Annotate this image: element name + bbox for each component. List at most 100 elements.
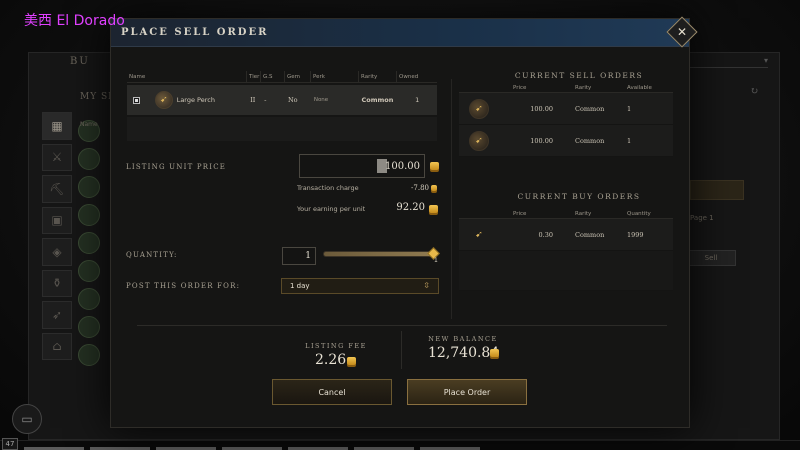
duration-selected: 1 day (290, 282, 310, 290)
item-gs: - (264, 96, 267, 104)
new-balance-label: NEW BALANCE (428, 335, 498, 343)
item-perk: None (313, 97, 329, 103)
listing-price-value: 100.00 (385, 160, 420, 172)
sell-order-row[interactable]: ➹ 100.00 Common 1 (459, 125, 673, 157)
bg-item-icon (78, 148, 100, 170)
current-sell-orders-table: Price Rarity Available ➹ 100.00 Common 1… (459, 83, 673, 157)
dialog-title-bar: PLACE SELL ORDER (111, 19, 689, 47)
buy-orders-empty-area (459, 251, 673, 291)
sell-order-row[interactable]: ➹ 100.00 Common 1 (459, 93, 673, 125)
bg-item-icon (78, 232, 100, 254)
column-header-rarity: Rarity (359, 71, 397, 82)
place-sell-order-dialog: PLACE SELL ORDER Name Tier G.S Gem Perk … (110, 18, 690, 428)
bg-item-column (78, 120, 104, 366)
buy-order-rarity: Common (575, 230, 605, 239)
bg-item-icon (78, 176, 100, 198)
watermark: 美西 El Dorado (24, 13, 125, 29)
item-owned: 1 (415, 96, 420, 104)
listing-price-input[interactable]: 100.00 (299, 154, 425, 178)
category-resources-icon: ◈ (42, 238, 72, 266)
category-sidebar: ▦ ⚔ ⛏ ▣ ◈ ⚱ ➶ ⌂ (42, 112, 72, 360)
category-ammo-icon: ➶ (42, 301, 72, 329)
buy-order-icon-cell: ➹ (459, 225, 511, 245)
chevron-down-icon: ⇳ (423, 281, 430, 290)
item-checkbox[interactable] (133, 96, 140, 104)
place-order-button[interactable]: Place Order (407, 379, 527, 405)
fish-icon: ➹ (154, 91, 173, 109)
transaction-charge-label: Transaction charge (297, 184, 359, 192)
bg-sell-button: Sell (686, 250, 736, 266)
item-icon-cell: ➹ (145, 85, 175, 115)
item-table-header: Name Tier G.S Gem Perk Rarity Owned (127, 71, 437, 83)
close-icon: ✕ (676, 25, 688, 39)
sell-order-available: 1 (627, 104, 632, 113)
quantity-label: QUANTITY: (126, 251, 178, 259)
summary-vertical-divider (401, 331, 402, 369)
dialog-title: PLACE SELL ORDER (121, 27, 269, 38)
quantity-slider[interactable] (323, 251, 433, 257)
current-sell-orders-title: CURRENT SELL ORDERS (514, 71, 644, 80)
quantity-input[interactable]: 1 (282, 247, 316, 265)
bg-item-icon (78, 316, 100, 338)
item-row-selected[interactable]: ➹ Large Perch II - No None Common 1 (127, 85, 437, 115)
hotbar (0, 440, 800, 450)
sell-order-icon-cell: ➹ (459, 98, 511, 119)
buy-order-quantity: 1999 (627, 230, 644, 239)
sell-order-icon-cell: ➹ (459, 130, 511, 151)
listing-fee-value: 2.26 (315, 352, 347, 368)
duration-dropdown[interactable]: 1 day ⇳ (281, 278, 439, 294)
sell-order-available: 1 (627, 136, 632, 145)
category-weapons-icon: ⚔ (42, 143, 72, 171)
column-header-name: Name (127, 71, 247, 82)
listing-fee-label: LISTING FEE (305, 342, 367, 350)
sell-order-rarity: Common (575, 136, 605, 145)
fish-icon: ➹ (469, 130, 489, 151)
buy-orders-header: Price Rarity Quantity (459, 209, 673, 219)
coin-icon (429, 205, 438, 213)
duration-label: POST THIS ORDER FOR: (126, 282, 241, 290)
item-rarity: Common (361, 96, 394, 104)
summary-divider (137, 325, 667, 326)
bg-item-icon (78, 204, 100, 226)
panel-divider (451, 79, 452, 319)
category-all-icon: ▦ (42, 112, 72, 140)
transaction-charge-value: -7.80 (411, 184, 429, 192)
quantity-max: 1 (434, 257, 438, 264)
trading-post-header: BU (70, 56, 90, 67)
sell-orders-rarity-header: Rarity (575, 84, 592, 91)
category-consumables-icon: ⚱ (42, 269, 72, 297)
item-checkbox-cell (127, 85, 145, 115)
buy-order-row[interactable]: ➹ 0.30 Common 1999 (459, 219, 673, 251)
fish-icon: ➹ (475, 229, 483, 240)
item-table: Name Tier G.S Gem Perk Rarity Owned ➹ La… (127, 71, 437, 141)
sell-order-price: 100.00 (530, 136, 553, 145)
column-header-tier: Tier (247, 71, 261, 82)
bg-gold-button (690, 180, 744, 200)
sell-order-price: 100.00 (530, 104, 553, 113)
current-buy-orders-title: CURRENT BUY ORDERS (517, 192, 641, 201)
sell-order-rarity: Common (575, 104, 605, 113)
buy-order-price: 0.30 (538, 230, 553, 239)
buy-orders-quantity-header: Quantity (627, 210, 651, 217)
item-gem: No (287, 96, 298, 104)
bg-item-icon (78, 260, 100, 282)
buy-orders-price-header: Price (513, 210, 527, 217)
buy-orders-rarity-header: Rarity (575, 210, 592, 217)
item-name: Large Perch (176, 96, 215, 104)
category-furniture-icon: ⌂ (42, 332, 72, 360)
new-balance-value: 12,740.84 (428, 345, 500, 361)
coin-icon (430, 162, 439, 170)
bg-search-field: ▾ (690, 56, 768, 68)
current-buy-orders-table: Price Rarity Quantity ➹ 0.30 Common 1999 (459, 209, 673, 291)
item-table-empty-area (127, 117, 437, 141)
cancel-button[interactable]: Cancel (272, 379, 392, 405)
bg-column-name: Name (80, 121, 98, 128)
item-tier: II (250, 96, 256, 104)
coin-icon (347, 357, 356, 365)
column-header-gem: Gem (285, 71, 311, 82)
sell-orders-available-header: Available (627, 84, 652, 91)
category-tools-icon: ⛏ (42, 175, 72, 203)
listing-price-label: LISTING UNIT PRICE (126, 163, 227, 171)
coin-icon (431, 185, 437, 191)
bg-item-icon (78, 288, 100, 310)
